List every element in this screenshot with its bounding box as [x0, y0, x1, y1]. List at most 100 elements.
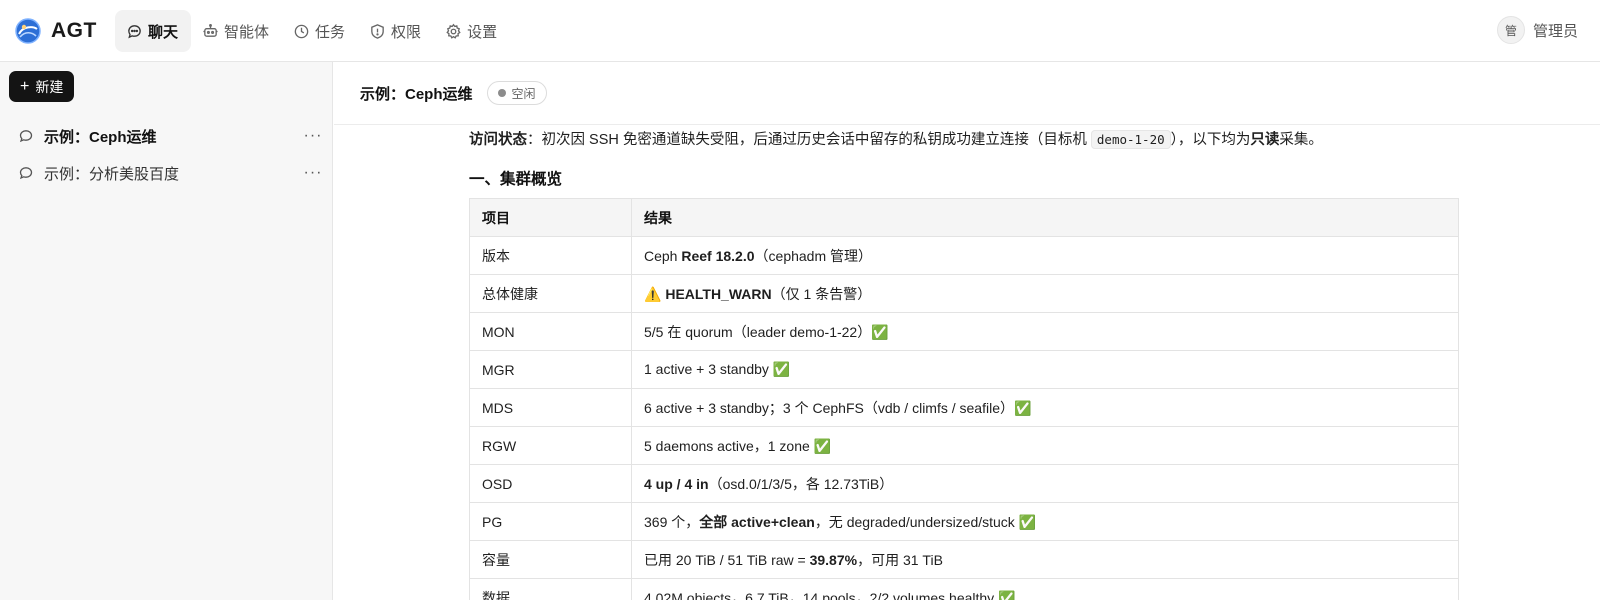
- row-key: 版本: [469, 236, 632, 275]
- nav-tasks[interactable]: 任务: [282, 10, 358, 52]
- table-header-result: 结果: [631, 198, 1459, 237]
- row-value-bold: 39.87%: [809, 551, 858, 568]
- nav-permissions[interactable]: 权限: [358, 10, 434, 52]
- table-row: MDS 6 active + 3 standby；3 个 CephFS（vdb /…: [469, 388, 1459, 427]
- row-key: 总体健康: [469, 274, 632, 313]
- row-key: RGW: [469, 426, 632, 465]
- brand-logo-icon: [15, 18, 41, 44]
- shield-icon: [371, 23, 384, 39]
- row-value-suffix: （cephadm 管理）: [754, 247, 873, 264]
- row-value: 5 daemons active，1 zone ✅: [631, 426, 1459, 465]
- row-key: MGR: [469, 350, 632, 389]
- readonly-text: 只读: [1250, 132, 1280, 148]
- user-menu[interactable]: 管 管理员: [1496, 16, 1578, 44]
- nav-chat[interactable]: 聊天: [115, 10, 192, 52]
- brand[interactable]: AGT: [14, 15, 97, 47]
- brand-name: AGT: [51, 19, 97, 42]
- table-row: 版本 Ceph Reef 18.2.0（cephadm 管理）: [469, 236, 1459, 275]
- new-conversation-button[interactable]: + 新建: [9, 71, 75, 102]
- row-value-text: 6 active + 3 standby；3 个 CephFS（vdb / cl…: [644, 399, 1032, 416]
- table-row: MON 5/5 在 quorum（leader demo-1-22）✅: [469, 312, 1459, 351]
- access-status: 访问状态：初次因 SSH 免密通道缺失受阻，后通过历史会话中留存的私钥成功建立连…: [469, 129, 1323, 151]
- table-row: PG 369 个，全部 active+clean，无 degraded/under…: [469, 502, 1459, 541]
- nav-settings-label: 设置: [467, 23, 498, 41]
- table-row: MGR 1 active + 3 standby ✅: [469, 350, 1459, 389]
- table-header-item: 项目: [469, 198, 632, 237]
- table-header-row: 项目 结果: [469, 198, 1459, 237]
- plus-icon: +: [20, 77, 30, 95]
- nav-chat-label: 聊天: [148, 23, 179, 41]
- chat-bubble-icon: [19, 167, 33, 180]
- conversation-label: 示例：分析美股百度: [44, 165, 180, 183]
- row-value-bold: 全部 active+clean: [699, 513, 815, 530]
- table-row: 容量 已用 20 TiB / 51 TiB raw = 39.87%，可用 31 …: [469, 540, 1459, 579]
- robot-icon: [203, 23, 218, 37]
- status-badge: 空闲: [486, 81, 547, 105]
- nav-permissions-label: 权限: [391, 23, 422, 41]
- access-text-2: ），以下均为: [1170, 132, 1251, 148]
- main-nav: 聊天 智能体 任务 权限 设置: [115, 10, 510, 52]
- row-value-bold: HEALTH_WARN: [665, 285, 772, 302]
- row-value: 369 个，全部 active+clean，无 degraded/undersi…: [631, 502, 1459, 541]
- access-text-3: 采集。: [1279, 132, 1323, 148]
- row-value: 5/5 在 quorum（leader demo-1-22）✅: [631, 312, 1459, 351]
- main-panel: 示例：Ceph运维 空闲 访问状态：初次因 SSH 免密通道缺失受阻，后通过历史…: [334, 62, 1600, 600]
- conversation-item-baidu[interactable]: 示例：分析美股百度 ···: [0, 155, 333, 191]
- chat-bubble-icon: [19, 130, 33, 143]
- clock-icon: [294, 24, 309, 38]
- row-value: 已用 20 TiB / 51 TiB raw = 39.87%，可用 31 Ti…: [631, 540, 1459, 579]
- host-code: demo-1-20: [1090, 130, 1171, 149]
- sidebar: + 新建 示例：Ceph运维 ··· 示例：分析美股百度 ···: [0, 62, 333, 600]
- row-value-text: 已用 20 TiB / 51 TiB raw =: [644, 551, 810, 568]
- section-title: 一、集群概览: [469, 171, 563, 188]
- access-text-1: ：初次因 SSH 免密通道缺失受阻，后通过历史会话中留存的私钥成功建立连接（目标…: [527, 132, 1091, 148]
- row-value-text: 369 个，: [644, 513, 700, 530]
- status-dot-icon: [497, 89, 506, 97]
- nav-tasks-label: 任务: [315, 23, 346, 41]
- row-value-text: 5/5 在 quorum（leader demo-1-22）✅: [644, 323, 889, 340]
- chat-icon: [128, 24, 141, 38]
- row-value: 1 active + 3 standby ✅: [631, 350, 1459, 389]
- status-text: 空闲: [511, 86, 536, 101]
- row-value-bold: 4 up / 4 in: [644, 475, 709, 492]
- more-options-icon[interactable]: ···: [293, 164, 333, 182]
- gear-icon: [446, 23, 461, 39]
- conversation-title: 示例：Ceph运维: [360, 85, 473, 103]
- row-value: 4 up / 4 in（osd.0/1/3/5，各 12.73TiB）: [631, 464, 1459, 503]
- row-value: ⚠️ HEALTH_WARN（仅 1 条告警）: [631, 274, 1459, 313]
- nav-settings[interactable]: 设置: [434, 10, 510, 52]
- row-value-text: 1 active + 3 standby ✅: [644, 361, 791, 377]
- table-row: RGW 5 daemons active，1 zone ✅: [469, 426, 1459, 465]
- row-key: MDS: [469, 388, 632, 427]
- table-row: OSD 4 up / 4 in（osd.0/1/3/5，各 12.73TiB）: [469, 464, 1459, 503]
- access-label: 访问状态: [469, 132, 527, 148]
- row-value-suffix: ，无 degraded/undersized/stuck ✅: [814, 513, 1037, 530]
- row-value-suffix: （osd.0/1/3/5，各 12.73TiB）: [708, 475, 894, 492]
- row-value-text: 5 daemons active，1 zone ✅: [644, 437, 832, 454]
- table-row: 数据 4.02M objects，6.7 TiB，14 pools，2/2 vol…: [469, 578, 1459, 600]
- row-value-bold: Reef 18.2.0: [681, 247, 755, 264]
- row-value-suffix: ，可用 31 TiB: [857, 551, 943, 568]
- row-value: 6 active + 3 standby；3 个 CephFS（vdb / cl…: [631, 388, 1459, 427]
- avatar[interactable]: 管: [1496, 16, 1525, 44]
- nav-agents-label: 智能体: [224, 23, 270, 41]
- row-value-suffix: （仅 1 条告警）: [771, 285, 872, 302]
- conversation-item-ceph[interactable]: 示例：Ceph运维 ···: [0, 118, 333, 154]
- row-key: 容量: [469, 540, 632, 579]
- row-key: PG: [469, 502, 632, 541]
- conversation-label: 示例：Ceph运维: [44, 128, 157, 146]
- nav-agents[interactable]: 智能体: [191, 10, 282, 52]
- top-bar: AGT 聊天 智能体 任务 权限 设置 管 管理员: [0, 0, 1600, 62]
- row-value-text: 4.02M objects，6.7 TiB，14 pools，2/2 volum…: [644, 589, 1016, 600]
- conversation-header: 示例：Ceph运维 空闲: [334, 62, 1600, 125]
- row-key: MON: [469, 312, 632, 351]
- row-key: OSD: [469, 464, 632, 503]
- more-options-icon[interactable]: ···: [293, 127, 333, 145]
- user-name: 管理员: [1532, 22, 1578, 40]
- cluster-overview-table: 项目 结果 版本 Ceph Reef 18.2.0（cephadm 管理） 总体健康…: [469, 198, 1459, 600]
- new-conversation-label: 新建: [35, 78, 64, 95]
- row-value: Ceph Reef 18.2.0（cephadm 管理）: [631, 236, 1459, 275]
- row-value-text: Ceph: [644, 247, 682, 264]
- table-row: 总体健康 ⚠️ HEALTH_WARN（仅 1 条告警）: [469, 274, 1459, 313]
- table-body: 版本 Ceph Reef 18.2.0（cephadm 管理） 总体健康 ⚠️ HEA…: [469, 236, 1459, 600]
